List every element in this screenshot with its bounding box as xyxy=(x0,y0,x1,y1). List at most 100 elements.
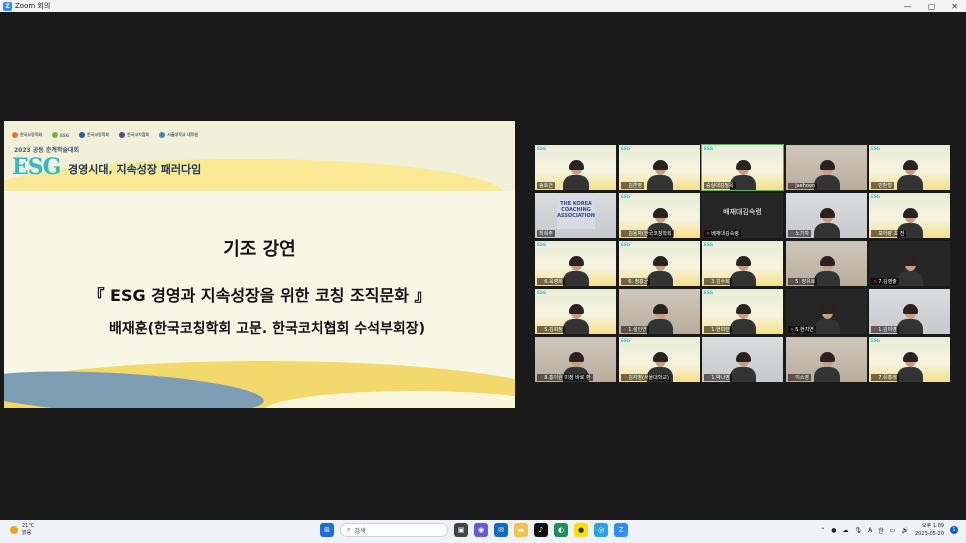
virtual-background-logo: ESG xyxy=(621,146,630,151)
ime-mode[interactable]: A xyxy=(868,527,872,534)
search-placeholder: 검색 xyxy=(354,527,366,535)
participant-tile[interactable]: ESG 송호건 xyxy=(535,145,616,190)
virtual-background-logo: ESG xyxy=(871,338,880,343)
participant-video xyxy=(896,352,923,382)
participant-tile[interactable]: ESG ✕6.육영화 xyxy=(535,241,616,286)
mic-muted-icon: ✕ xyxy=(623,375,628,381)
network-icon[interactable]: ▭ xyxy=(890,527,896,534)
system-tray: ⌃ ● ☁ 🎙 A 한 ▭ 🔊 오후 1:09 2023-05-20 1 xyxy=(820,522,958,538)
participant-tile[interactable]: ✕jaehoon xyxy=(786,145,867,190)
mic-muted-icon: ✕ xyxy=(706,279,711,285)
kakaotalk-tray-icon[interactable]: ● xyxy=(831,527,836,534)
participant-tile[interactable]: ESG ✕모아랑 초 전 xyxy=(869,193,950,238)
virtual-background-logo: ESG xyxy=(871,146,880,151)
mic-muted-icon: ✕ xyxy=(539,279,544,285)
slide-topic: 『 ESG 경영과 지속성장을 위한 코칭 조직문화 』 xyxy=(88,286,431,305)
participant-name: 최희주 xyxy=(539,231,553,237)
participant-tile[interactable]: ESG ✕3.김수희 xyxy=(702,241,783,286)
participant-tile[interactable]: THE KOREA COACHING ASSOCIATION 최희주 xyxy=(535,193,616,238)
meeting-stage: 한국코칭학회 ESG 한국코칭학회 한국코치협회 서울대학교 대학원 2023 … xyxy=(0,12,966,520)
participant-video xyxy=(813,304,840,334)
clock-time: 오후 1:09 xyxy=(921,523,944,529)
cloud-icon[interactable]: ☁ xyxy=(843,527,849,534)
participant-video xyxy=(896,160,923,190)
sponsor-logo: 한국코칭학회 xyxy=(12,132,42,138)
file-explorer-icon[interactable]: ▬ xyxy=(514,523,528,537)
virtual-background-logo: ESG xyxy=(621,338,630,343)
close-button[interactable]: ✕ xyxy=(951,2,958,11)
sponsor-logo: 한국코치협회 xyxy=(119,132,149,138)
participant-tile[interactable]: ✕5. 장유호 xyxy=(786,241,867,286)
participant-tile[interactable]: ESG ✕민환형 xyxy=(869,145,950,190)
participant-tile[interactable]: ESG ✕김용자(한국코칭학회 xyxy=(619,193,700,238)
mic-muted-icon: ✕ xyxy=(623,231,628,237)
participant-tile[interactable]: ESG ✕김훈영 xyxy=(619,145,700,190)
participant-tile[interactable]: ✕이소영 xyxy=(786,337,867,382)
participant-video xyxy=(813,256,840,286)
weather-widget[interactable]: 21°C 맑음 xyxy=(10,523,34,537)
participant-name-label: ✕1.설인연 xyxy=(621,326,649,333)
participant-tile[interactable]: ✕1.설인연 xyxy=(619,289,700,334)
participant-name-label: 숭실대김정옥 xyxy=(704,182,736,189)
shared-screen[interactable]: 한국코칭학회 ESG 한국코칭학회 한국코치협회 서울대학교 대학원 2023 … xyxy=(4,121,515,408)
participant-name-label: ✕6.육영화 xyxy=(537,278,565,285)
participant-tile[interactable]: ESG 숭실대김정옥 xyxy=(701,144,784,191)
participant-name-label: ✕jaehoon xyxy=(788,183,818,189)
sponsor-logo: ESG xyxy=(52,132,69,138)
ime-language[interactable]: 한 xyxy=(878,526,884,535)
participant-tile[interactable]: ✕1.김미영 xyxy=(869,289,950,334)
participant-video xyxy=(646,256,673,286)
participant-name-label: ✕1.현미란 xyxy=(704,326,732,333)
mic-muted-icon: ✕ xyxy=(790,231,795,237)
mail-icon[interactable]: ✉ xyxy=(494,523,508,537)
chat-icon[interactable]: ◉ xyxy=(474,523,488,537)
window-title: Zoom 회의 xyxy=(15,2,51,10)
volume-icon[interactable]: 🔊 xyxy=(901,527,908,534)
participant-name-label: ✕5. 장유호 xyxy=(788,278,818,285)
participant-name: 5. 장유호 xyxy=(795,279,816,285)
participant-video xyxy=(562,304,589,334)
chevron-up-icon[interactable]: ⌃ xyxy=(820,527,825,534)
clock[interactable]: 오후 1:09 2023-05-20 xyxy=(915,522,944,538)
taskbar-apps: ⊞ ⌕ 검색 ▣ ◉ ✉ ▬ ♪ ◐ ● ◎ Z xyxy=(320,523,628,537)
participant-tile[interactable]: ESG ✕6. 정홍균 xyxy=(619,241,700,286)
participant-tile[interactable]: ESG ✕김지영(서울대학교) xyxy=(619,337,700,382)
participant-name-label: ✕배재대김숙령 xyxy=(704,230,741,237)
start-icon[interactable]: ⊞ xyxy=(320,523,334,537)
participant-tile[interactable]: ✕5.현지연 xyxy=(786,289,867,334)
participant-tile[interactable]: ESG ✕7.유홍래 xyxy=(869,337,950,382)
participant-name: 노기자 xyxy=(795,231,810,237)
participant-tile[interactable]: 배재대김숙령 ✕배재대김숙령 xyxy=(702,193,783,238)
edge-icon[interactable]: ◐ xyxy=(554,523,568,537)
participant-tile[interactable]: ✕7.김영출 xyxy=(869,241,950,286)
participant-video xyxy=(813,160,840,190)
participant-name-label: ✕김지영(서울대학교) xyxy=(621,374,671,381)
tiktok-icon[interactable]: ♪ xyxy=(534,523,548,537)
clock-date: 2023-05-20 xyxy=(914,531,944,537)
participant-name: 3.김수희 xyxy=(711,279,730,285)
participant-tile[interactable]: ESG ✕5.김희정 xyxy=(535,289,616,334)
participant-name-label: ✕6. 정홍균 xyxy=(621,278,651,285)
esg-wordmark: ESG xyxy=(12,154,61,180)
participant-tile[interactable]: ✕8.홍이원 미정 바로 환 xyxy=(535,337,616,382)
maximize-button[interactable]: ▢ xyxy=(928,2,936,11)
sponsor-logos: 한국코칭학회 ESG 한국코칭학회 한국코치협회 서울대학교 대학원 xyxy=(12,129,272,141)
minimize-button[interactable]: — xyxy=(904,2,912,11)
task-view-icon[interactable]: ▣ xyxy=(454,523,468,537)
taskbar-search[interactable]: ⌕ 검색 xyxy=(340,523,448,537)
chrome-icon[interactable]: ◎ xyxy=(594,523,608,537)
notification-badge[interactable]: 1 xyxy=(950,526,958,534)
participant-name: 모아랑 초 전 xyxy=(878,231,905,237)
participant-name-label: ✕7.김영출 xyxy=(871,278,899,285)
mic-muted-icon: ✕ xyxy=(623,327,628,333)
kakaotalk-icon[interactable]: ● xyxy=(574,523,588,537)
zoom-icon[interactable]: Z xyxy=(614,523,628,537)
participant-video xyxy=(646,304,673,334)
participant-tile[interactable]: ✕노기자 xyxy=(786,193,867,238)
participant-name: 1.박나영 xyxy=(711,375,730,381)
participant-name-label: ✕모아랑 초 전 xyxy=(871,230,907,237)
mic-icon[interactable]: 🎙 xyxy=(855,527,863,534)
mic-muted-icon: ✕ xyxy=(873,327,878,333)
participant-tile[interactable]: ESG ✕1.현미란 xyxy=(702,289,783,334)
participant-tile[interactable]: ✕1.박나영 xyxy=(702,337,783,382)
